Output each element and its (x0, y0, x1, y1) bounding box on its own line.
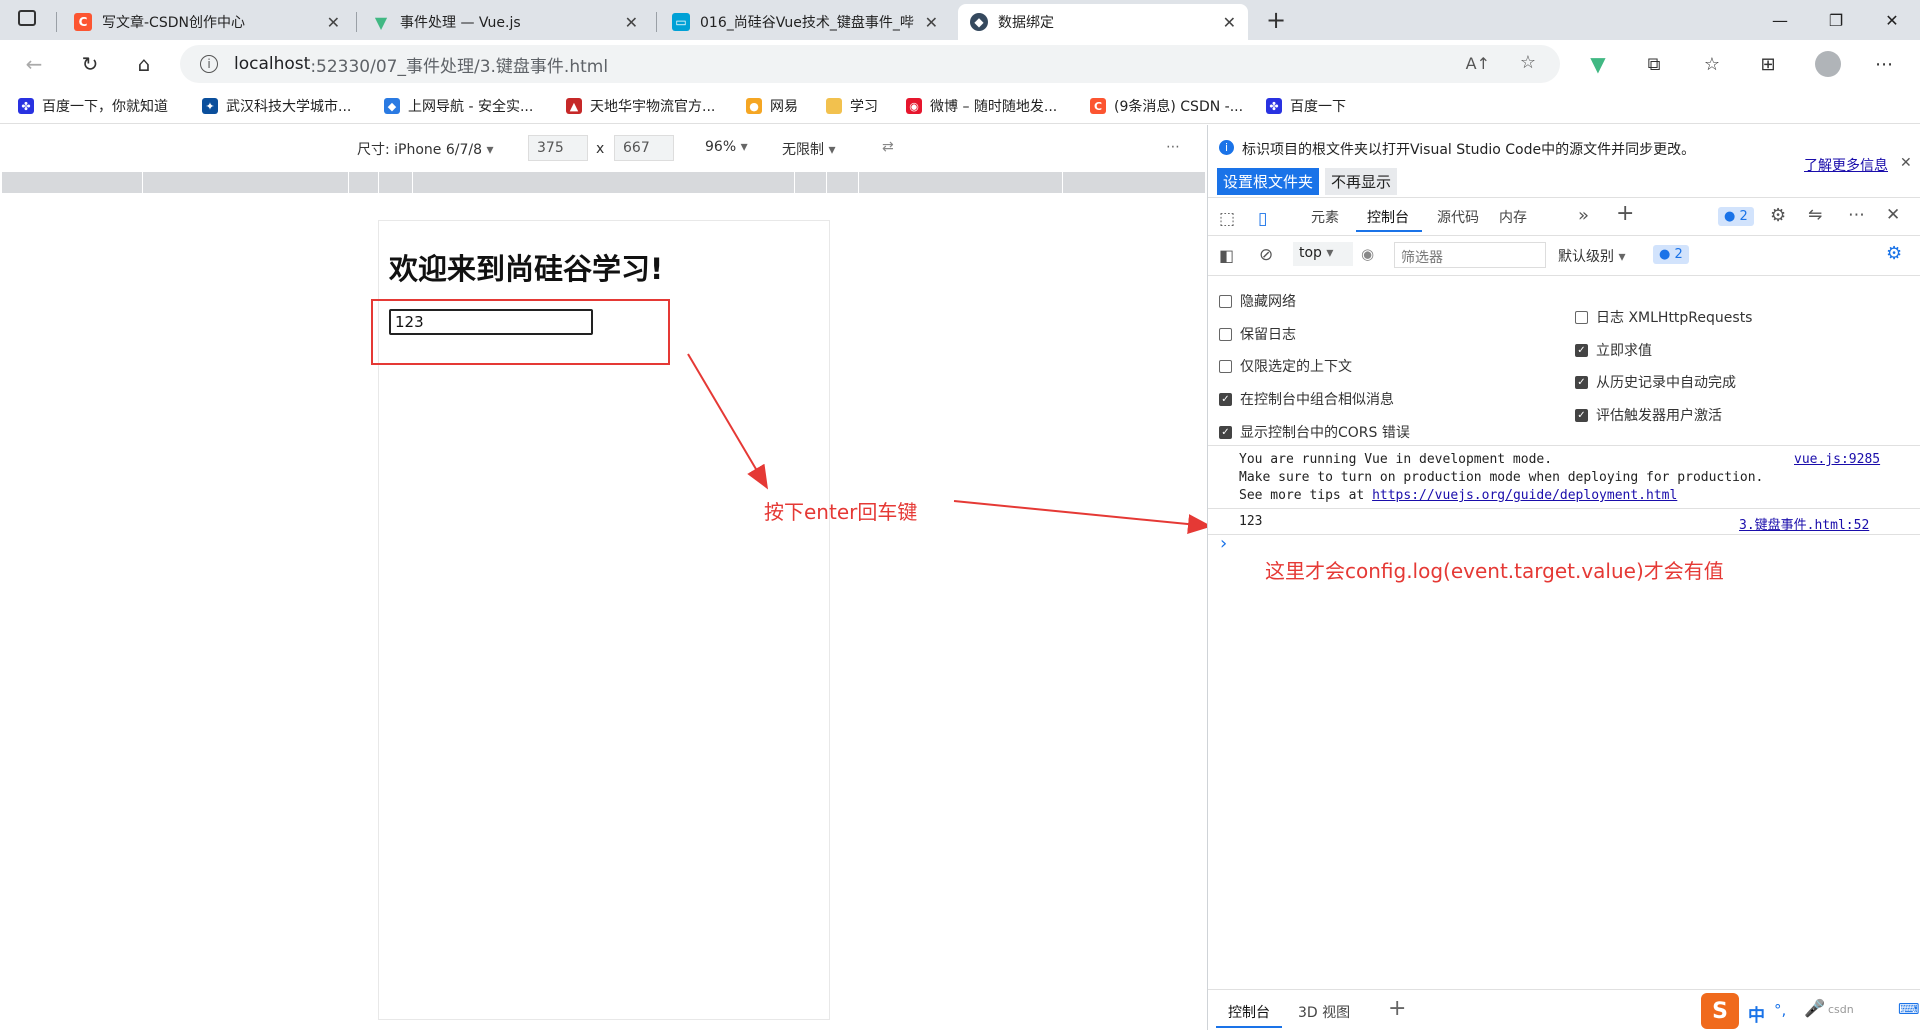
tab-elements[interactable]: 元素 (1311, 207, 1339, 227)
console-log-value: 123 (1239, 514, 1263, 529)
ime-punct[interactable]: °, (1774, 1001, 1786, 1019)
chevron-down-icon: ▾ (1326, 245, 1334, 261)
level-label: 默认级别 (1558, 249, 1614, 265)
checkbox[interactable]: ✓ (1219, 392, 1232, 406)
setting-eager-eval[interactable]: ✓ 立即求值 (1575, 340, 1652, 360)
eye-icon[interactable]: ◉ (1361, 245, 1374, 263)
setting-label: 从历史记录中自动完成 (1596, 375, 1736, 391)
divider (1208, 989, 1920, 990)
tab-memory[interactable]: 内存 (1499, 207, 1527, 227)
keyboard-icon[interactable]: ⌨ (1898, 1000, 1920, 1018)
context-label: top (1299, 245, 1322, 261)
level-select[interactable]: 默认级别 ▾ (1558, 246, 1625, 266)
console-prompt[interactable]: › (1220, 533, 1227, 554)
sidebar-toggle-icon[interactable]: ◧ (1219, 246, 1234, 265)
checkbox[interactable] (1575, 310, 1588, 324)
setting-cors-errors[interactable]: ✓ 显示控制台中的CORS 错误 (1219, 422, 1410, 442)
setting-label: 隐藏网络 (1240, 294, 1296, 310)
filter-input[interactable]: 筛选器 (1394, 242, 1546, 268)
setting-label: 立即求值 (1596, 343, 1652, 359)
console-line: You are running Vue in development mode. (1239, 452, 1553, 467)
clear-console-icon[interactable]: ⊘ (1259, 245, 1273, 265)
setting-label: 在控制台中组合相似消息 (1240, 392, 1394, 408)
setting-hide-network[interactable]: 隐藏网络 (1219, 291, 1296, 311)
issue-count: 2 (1739, 209, 1748, 224)
learn-more-link[interactable]: 了解更多信息 (1804, 155, 1888, 175)
more-tabs-icon[interactable]: » (1578, 205, 1589, 226)
source-link[interactable]: vue.js:9285 (1794, 452, 1880, 467)
active-tab-indicator (1356, 230, 1422, 232)
setting-preserve-log[interactable]: 保留日志 (1219, 324, 1296, 344)
console-line: Make sure to turn on production mode whe… (1239, 470, 1764, 485)
ime-watermark: csdn (1828, 1003, 1854, 1016)
setting-group-similar[interactable]: ✓ 在控制台中组合相似消息 (1219, 389, 1394, 409)
checkbox[interactable]: ✓ (1219, 425, 1232, 439)
divider (1208, 235, 1920, 236)
setting-label: 评估触发器用户激活 (1596, 408, 1722, 424)
close-devtools-icon[interactable]: ✕ (1886, 205, 1900, 225)
arrow-to-enter-note (687, 353, 769, 490)
checkbox[interactable] (1219, 327, 1232, 341)
message-icon: ● (1724, 209, 1736, 224)
drawer-tab-3d[interactable]: 3D 视图 (1298, 1002, 1350, 1022)
setting-log-xhr[interactable]: 日志 XMLHttpRequests (1575, 307, 1752, 327)
issues-badge[interactable]: ● 2 (1718, 207, 1754, 226)
checkbox[interactable] (1219, 359, 1232, 373)
inspect-icon[interactable]: ⬚ (1219, 209, 1235, 229)
setting-label: 显示控制台中的CORS 错误 (1240, 425, 1410, 441)
press-enter-note: 按下enter回车键 (764, 500, 918, 524)
divider (1208, 445, 1920, 446)
checkbox[interactable]: ✓ (1575, 375, 1588, 389)
checkbox[interactable]: ✓ (1575, 408, 1588, 422)
tab-sources[interactable]: 源代码 (1437, 207, 1479, 227)
setting-label: 日志 XMLHttpRequests (1596, 310, 1753, 326)
set-root-button[interactable]: 设置根文件夹 (1217, 168, 1320, 195)
add-tab-icon[interactable]: + (1616, 201, 1634, 226)
console-line: See more tips at https://vuejs.org/guide… (1239, 488, 1677, 503)
add-drawer-tab-icon[interactable]: + (1388, 996, 1406, 1021)
arrow-to-console-log (953, 500, 1212, 534)
setting-user-activation[interactable]: ✓ 评估触发器用户激活 (1575, 405, 1722, 425)
source-link[interactable]: 3.键盘事件.html:52 (1739, 514, 1869, 533)
console-annotation: 这里才会config.log(event.target.value)才会有值 (1265, 559, 1724, 583)
tab-console[interactable]: 控制台 (1367, 207, 1409, 227)
more-icon[interactable]: ⋯ (1848, 205, 1865, 225)
deployment-link[interactable]: https://vuejs.org/guide/deployment.html (1372, 488, 1677, 503)
setting-label: 仅限选定的上下文 (1240, 359, 1352, 375)
setting-label: 保留日志 (1240, 327, 1296, 343)
checkbox[interactable]: ✓ (1575, 343, 1588, 357)
connect-icon[interactable]: ⇋ (1808, 205, 1822, 225)
gear-icon[interactable]: ⚙ (1770, 205, 1786, 226)
microphone-icon[interactable]: 🎤 (1804, 999, 1825, 1019)
drawer-tab-console[interactable]: 控制台 (1228, 1002, 1270, 1022)
console-text: See more tips at (1239, 488, 1373, 503)
sogou-ime-icon[interactable]: S (1701, 993, 1739, 1029)
divider (1208, 534, 1920, 535)
info-icon: i (1219, 140, 1234, 155)
ime-lang[interactable]: 中 (1748, 1001, 1765, 1026)
context-select[interactable]: top ▾ (1293, 242, 1353, 266)
active-drawer-indicator (1216, 1026, 1282, 1028)
devtools-panel: i 标识项目的根文件夹以打开Visual Studio Code中的源文件并同步… (1207, 125, 1920, 1030)
console-settings-icon[interactable]: ⚙ (1886, 243, 1902, 264)
issues-badge-filter[interactable]: ● 2 (1653, 245, 1689, 264)
divider (1208, 508, 1920, 509)
dont-show-button[interactable]: 不再显示 (1325, 168, 1398, 195)
device-toggle-icon[interactable]: ▯ (1258, 209, 1267, 229)
issue-count: 2 (1674, 247, 1683, 262)
divider (1208, 197, 1920, 198)
setting-selected-context[interactable]: 仅限选定的上下文 (1219, 356, 1352, 376)
message-icon: ● (1659, 247, 1671, 262)
info-message: 标识项目的根文件夹以打开Visual Studio Code中的源文件并同步更改… (1242, 142, 1696, 158)
close-info-icon[interactable]: ✕ (1900, 155, 1912, 171)
setting-autocomplete[interactable]: ✓ 从历史记录中自动完成 (1575, 372, 1736, 392)
divider (1208, 275, 1920, 276)
chevron-down-icon: ▾ (1618, 249, 1626, 265)
checkbox[interactable] (1219, 294, 1232, 308)
